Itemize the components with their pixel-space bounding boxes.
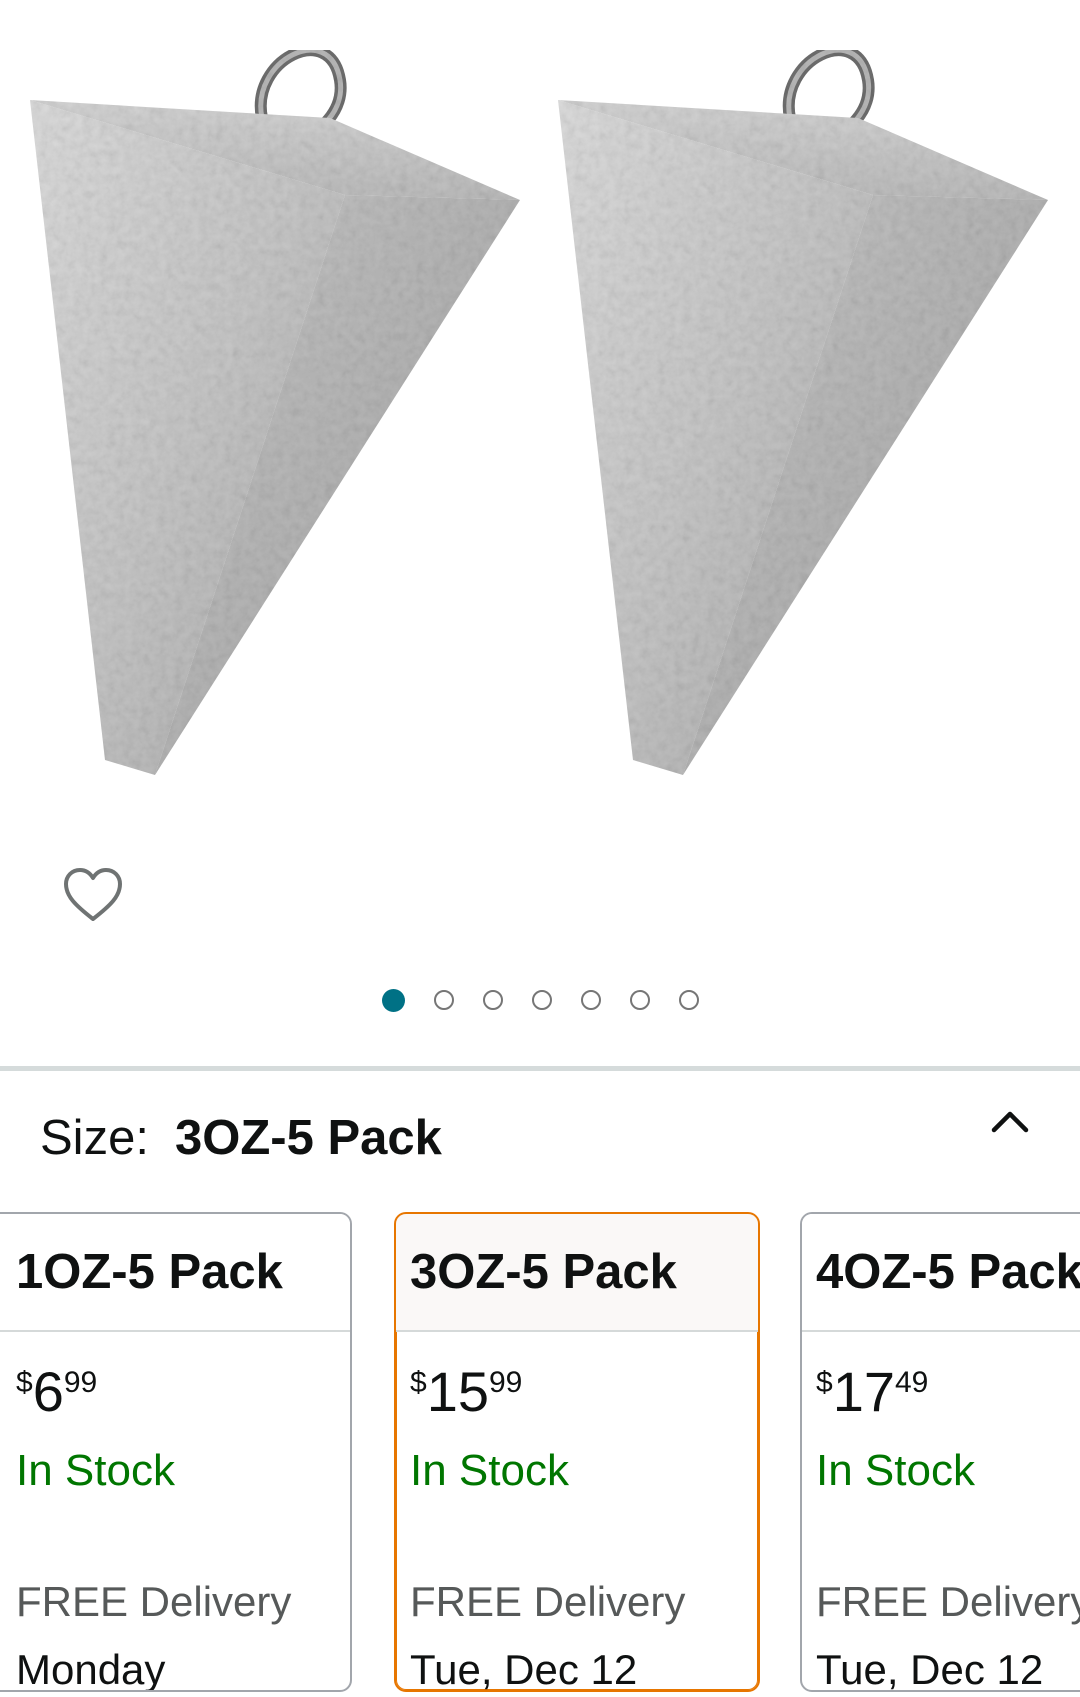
size-selected-value: 3OZ-5 Pack	[175, 1111, 442, 1165]
stock-status: In Stock	[410, 1446, 569, 1495]
heart-icon	[64, 868, 122, 921]
image-gallery[interactable]	[0, 0, 1080, 1065]
sinker-left-icon	[30, 44, 520, 775]
carousel-dot[interactable]	[629, 990, 650, 1010]
price-whole: 17	[832, 1360, 895, 1423]
carousel-indicators	[0, 985, 1080, 1015]
delivery-date: Tue, Dec 12	[816, 1646, 1044, 1692]
price-fraction: 99	[488, 1366, 523, 1399]
size-option-4oz[interactable]: 4OZ-5 Pack $1749 In Stock FREE Delivery …	[800, 1212, 1080, 1692]
option-title: 4OZ-5 Pack	[802, 1214, 1080, 1332]
carousel-dot[interactable]	[433, 990, 454, 1010]
sinker-right-icon	[558, 44, 1048, 775]
stock-status: In Stock	[16, 1446, 175, 1495]
option-title: 3OZ-5 Pack	[396, 1214, 758, 1332]
option-price: $1749	[816, 1364, 928, 1420]
option-price: $699	[16, 1364, 97, 1420]
carousel-dot[interactable]	[381, 988, 405, 1012]
delivery-date: Monday	[16, 1646, 166, 1692]
wishlist-button[interactable]	[58, 860, 128, 930]
option-title: 1OZ-5 Pack	[0, 1214, 350, 1332]
option-price: $1599	[410, 1364, 522, 1420]
size-options-carousel[interactable]: 1OZ-5 Pack $699 In Stock FREE Delivery M…	[0, 1212, 1080, 1697]
product-page: Size: 3OZ-5 Pack 1OZ-5 Pack $699 In Stoc…	[0, 0, 1080, 1697]
delivery-label: FREE Delivery	[16, 1578, 292, 1625]
size-label: Size:	[40, 1111, 149, 1165]
price-whole: 15	[426, 1360, 489, 1423]
price-whole: 6	[32, 1360, 64, 1423]
section-divider	[0, 1066, 1080, 1071]
price-fraction: 99	[63, 1366, 98, 1399]
carousel-dot[interactable]	[531, 990, 552, 1010]
price-currency: $	[816, 1366, 833, 1399]
product-image[interactable]	[0, 0, 1080, 830]
carousel-dot[interactable]	[580, 990, 601, 1010]
delivery-label: FREE Delivery	[410, 1578, 686, 1625]
carousel-dot[interactable]	[482, 990, 503, 1010]
price-fraction: 49	[894, 1366, 929, 1399]
chevron-up-icon[interactable]	[988, 1100, 1032, 1144]
size-option-3oz[interactable]: 3OZ-5 Pack $1599 In Stock FREE Delivery …	[394, 1212, 760, 1692]
carousel-dot[interactable]	[678, 990, 699, 1010]
price-currency: $	[410, 1366, 427, 1399]
size-selector-header[interactable]: Size: 3OZ-5 Pack	[0, 1072, 1080, 1210]
delivery-label: FREE Delivery	[816, 1578, 1080, 1625]
size-option-1oz[interactable]: 1OZ-5 Pack $699 In Stock FREE Delivery M…	[0, 1212, 352, 1692]
stock-status: In Stock	[816, 1446, 975, 1495]
price-currency: $	[16, 1366, 33, 1399]
delivery-date: Tue, Dec 12	[410, 1646, 638, 1692]
